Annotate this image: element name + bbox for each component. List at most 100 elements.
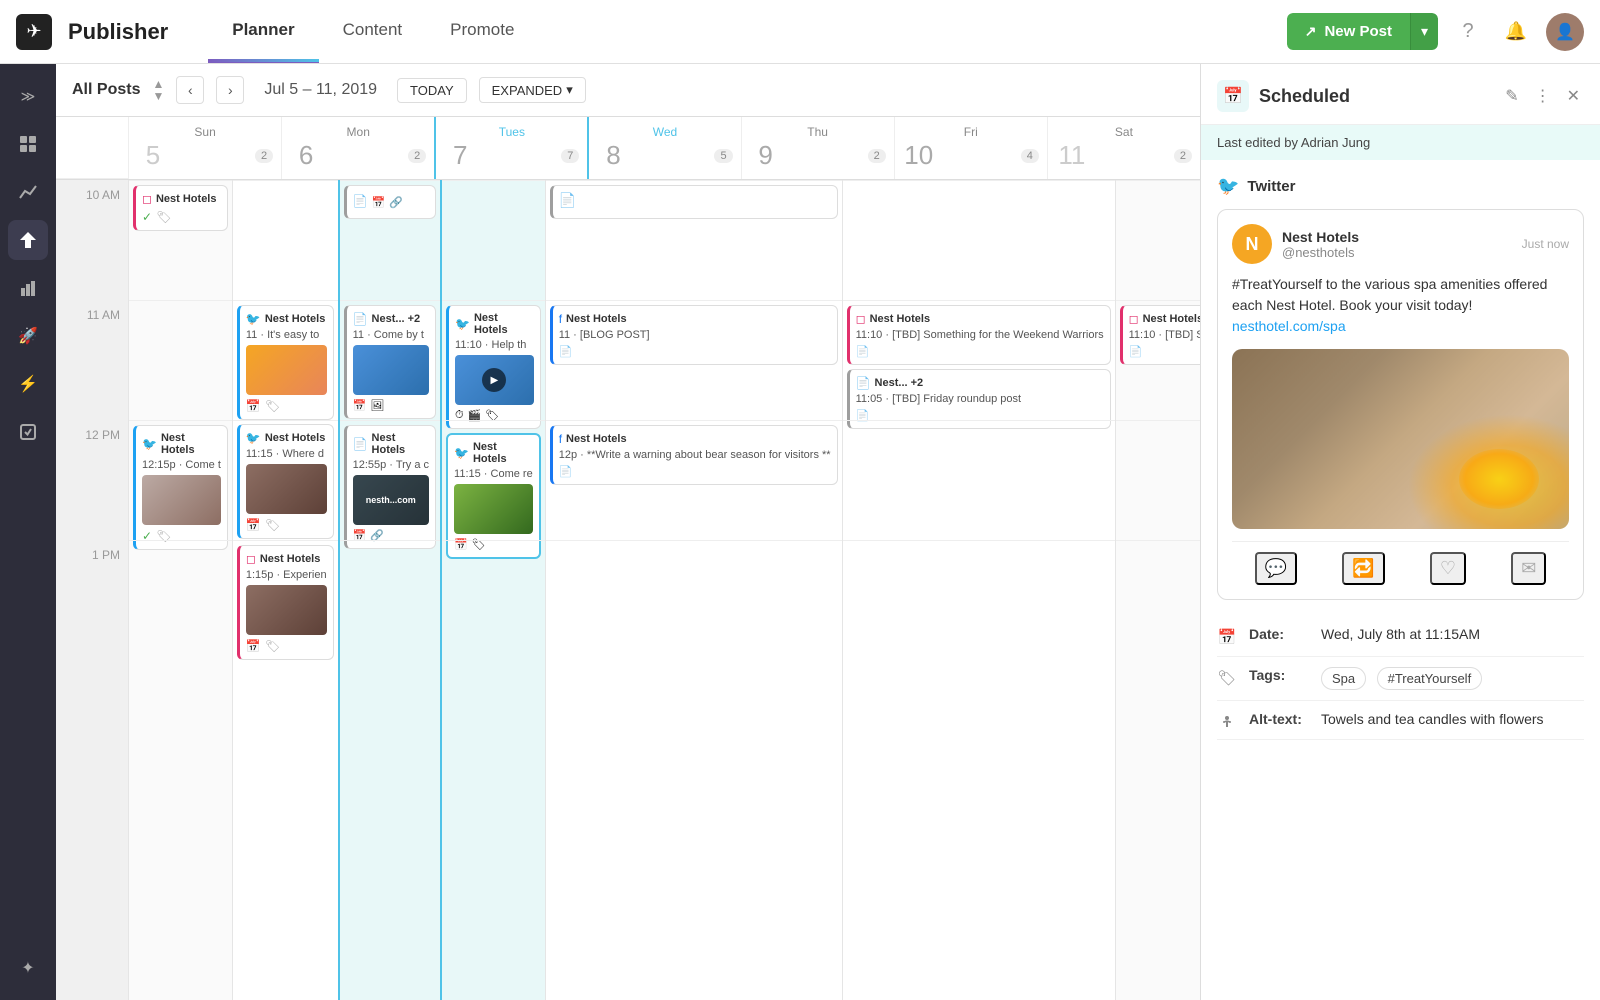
tweet-card: N Nest Hotels @nesthotels Just now #Trea…	[1217, 209, 1584, 600]
sat-10am	[1116, 180, 1200, 300]
prev-week-button[interactable]: ‹	[176, 76, 204, 104]
post-card[interactable]: 🐦 Nest Hotels 12:15p · Come t ✓ 🏷	[133, 425, 228, 550]
post-card[interactable]: f Nest Hotels 11 · [BLOG POST] 📄	[550, 305, 838, 365]
sidebar-item-publish[interactable]	[8, 220, 48, 260]
time-10am: 10 AM	[56, 180, 128, 300]
post-card-image: nesth...com	[353, 475, 429, 525]
day-header-fri: Fri 10 4	[894, 117, 1047, 179]
tweet-retweet-button[interactable]: 🔁	[1342, 552, 1384, 585]
tweet-link[interactable]: nesthotel.com/spa	[1232, 318, 1346, 334]
tab-promote[interactable]: Promote	[426, 0, 538, 63]
day-number-sun: 5	[137, 139, 169, 171]
sidebar-item-lightning[interactable]: ⚡	[8, 364, 48, 404]
tag-spa[interactable]: Spa	[1321, 667, 1366, 690]
day-count-wed: 5	[714, 149, 732, 163]
cms-icon: 📄	[353, 312, 368, 326]
sidebar-item-dashboard[interactable]	[8, 124, 48, 164]
next-week-button[interactable]: ›	[216, 76, 244, 104]
chevron-down-icon: ▾	[566, 82, 573, 98]
facebook-icon: f	[559, 432, 562, 446]
post-card[interactable]: 📄 Nest Hotels 12:55p · Try a c nesth...c…	[344, 425, 436, 549]
sidebar-item-apps[interactable]: ✦	[8, 948, 48, 988]
post-card[interactable]: 🐦 Nest Hotels 11 · It's easy to 📅 🏷	[237, 305, 334, 420]
thu-11am: f Nest Hotels 11 · [BLOG POST] 📄	[546, 300, 842, 420]
day-col-thu: 📄 f Nest Hotels 11 · [BLOG POST]	[545, 180, 842, 1000]
sidebar-item-boost[interactable]: 🚀	[8, 316, 48, 356]
tweet-author-info: Nest Hotels @nesthotels	[1282, 229, 1359, 260]
sidebar-item-reports[interactable]	[8, 268, 48, 308]
post-card[interactable]: 📄	[550, 185, 838, 219]
post-card[interactable]: ◻ Nest Hotels ✓ 🏷	[133, 185, 228, 231]
wed-10am	[442, 180, 545, 300]
panel-more-button[interactable]: ⋮	[1531, 82, 1555, 110]
post-card[interactable]: 📄 Nest... +2 11 · Come by t 📅 🖼	[344, 305, 436, 419]
bell-icon: 🔔	[1505, 21, 1527, 42]
fri-11am: ◻ Nest Hotels 11:10 · [TBD] Something fo…	[843, 300, 1115, 420]
new-post-dropdown-button[interactable]: ▾	[1410, 13, 1438, 50]
expanded-button[interactable]: EXPANDED ▾	[479, 77, 586, 103]
help-button[interactable]: ?	[1450, 14, 1486, 50]
sidebar-toggle[interactable]: ≫	[8, 76, 48, 116]
all-posts-label: All Posts	[72, 81, 140, 99]
post-card[interactable]: ◻ Nest Hotels 1:15p · Experien 📅 🏷	[237, 545, 334, 660]
sun-1pm	[129, 540, 232, 660]
new-post-button[interactable]: ↗ New Post	[1287, 13, 1410, 50]
tweet-like-button[interactable]: ♡	[1430, 552, 1466, 585]
image-icon: 🖼	[370, 399, 384, 412]
instagram-icon: ◻	[856, 312, 866, 326]
day-number-tue: 7	[444, 139, 476, 171]
cms-icon: 📄	[353, 194, 368, 208]
post-card[interactable]: f Nest Hotels 12p · **Write a warning ab…	[550, 425, 838, 485]
post-card[interactable]: ◻ Nest Hotels 11:10 · [TBD] Something fo…	[847, 305, 1111, 365]
document-icon: 📄	[856, 345, 870, 358]
day-col-wed: 🐦 Nest Hotels 11:10 · Help th ▶ ⏱ 🎬 🏷	[440, 180, 545, 1000]
thu-12pm: f Nest Hotels 12p · **Write a warning ab…	[546, 420, 842, 540]
day-col-fri: ◻ Nest Hotels 11:10 · [TBD] Something fo…	[842, 180, 1115, 1000]
tweet-share-button[interactable]: ✉	[1511, 552, 1546, 585]
calendar-days-header: Sun 5 2 Mon 6 2 Tues 7 7	[56, 117, 1200, 180]
day-count-mon: 2	[408, 149, 426, 163]
day-number-thu: 9	[750, 139, 782, 171]
tweet-author: N Nest Hotels @nesthotels Just now	[1232, 224, 1569, 264]
document-icon: 📄	[559, 345, 573, 358]
panel-edit-button[interactable]: ✎	[1501, 82, 1522, 110]
sun-12pm: 🐦 Nest Hotels 12:15p · Come t ✓ 🏷	[129, 420, 232, 540]
panel-close-button[interactable]: ✕	[1563, 82, 1584, 110]
tweet-actions: 💬 🔁 ♡ ✉	[1232, 541, 1569, 585]
instagram-icon: ◻	[246, 552, 256, 566]
calendar-icon: 📅	[246, 639, 261, 653]
tab-content[interactable]: Content	[319, 0, 427, 63]
day-count-sat: 2	[1174, 149, 1192, 163]
time-header-cell	[56, 117, 128, 179]
today-button[interactable]: TODAY	[397, 78, 467, 103]
tweet-reply-button[interactable]: 💬	[1255, 552, 1297, 585]
day-col-mon: 🐦 Nest Hotels 11 · It's easy to 📅 🏷	[232, 180, 338, 1000]
tweet-text: #TreatYourself to the various spa amenit…	[1232, 274, 1569, 337]
panel-header: 📅 Scheduled ✎ ⋮ ✕	[1201, 64, 1600, 125]
fri-10am	[843, 180, 1115, 300]
post-card[interactable]: 📄 📅 🔗	[344, 185, 436, 219]
top-nav: ✈ Publisher Planner Content Promote ↗ Ne…	[0, 0, 1600, 64]
wed-1pm	[442, 540, 545, 660]
post-card[interactable]: ◻ Nest Hotels 11:10 · [TBD] Something fo…	[1120, 305, 1200, 365]
notifications-button[interactable]: 🔔	[1498, 14, 1534, 50]
post-card[interactable]: 🐦 Nest Hotels 11:10 · Help th ▶ ⏱ 🎬 🏷	[446, 305, 541, 429]
scroll-down-button[interactable]: ▼	[152, 90, 164, 102]
tab-planner[interactable]: Planner	[208, 0, 318, 63]
mon-11am: 🐦 Nest Hotels 11 · It's easy to 📅 🏷	[233, 300, 338, 420]
panel-title: Scheduled	[1259, 86, 1491, 107]
document-icon: 📄	[1129, 345, 1143, 358]
sidebar-item-analytics[interactable]	[8, 172, 48, 212]
nav-right: ↗ New Post ▾ ? 🔔 👤	[1287, 13, 1584, 51]
user-avatar[interactable]: 👤	[1546, 13, 1584, 51]
calendar-icon: 📅	[246, 399, 261, 413]
twitter-icon: 🐦	[246, 312, 261, 326]
day-count-tue: 7	[561, 149, 579, 163]
time-11am: 11 AM	[56, 300, 128, 420]
main-nav: Planner Content Promote	[208, 0, 1270, 63]
day-header-thu: Thu 9 2	[741, 117, 894, 179]
alt-text-icon	[1217, 713, 1237, 729]
tag-treatyourself[interactable]: #TreatYourself	[1377, 667, 1483, 690]
twitter-icon: 🐦	[455, 317, 470, 331]
sidebar-item-tasks[interactable]	[8, 412, 48, 452]
